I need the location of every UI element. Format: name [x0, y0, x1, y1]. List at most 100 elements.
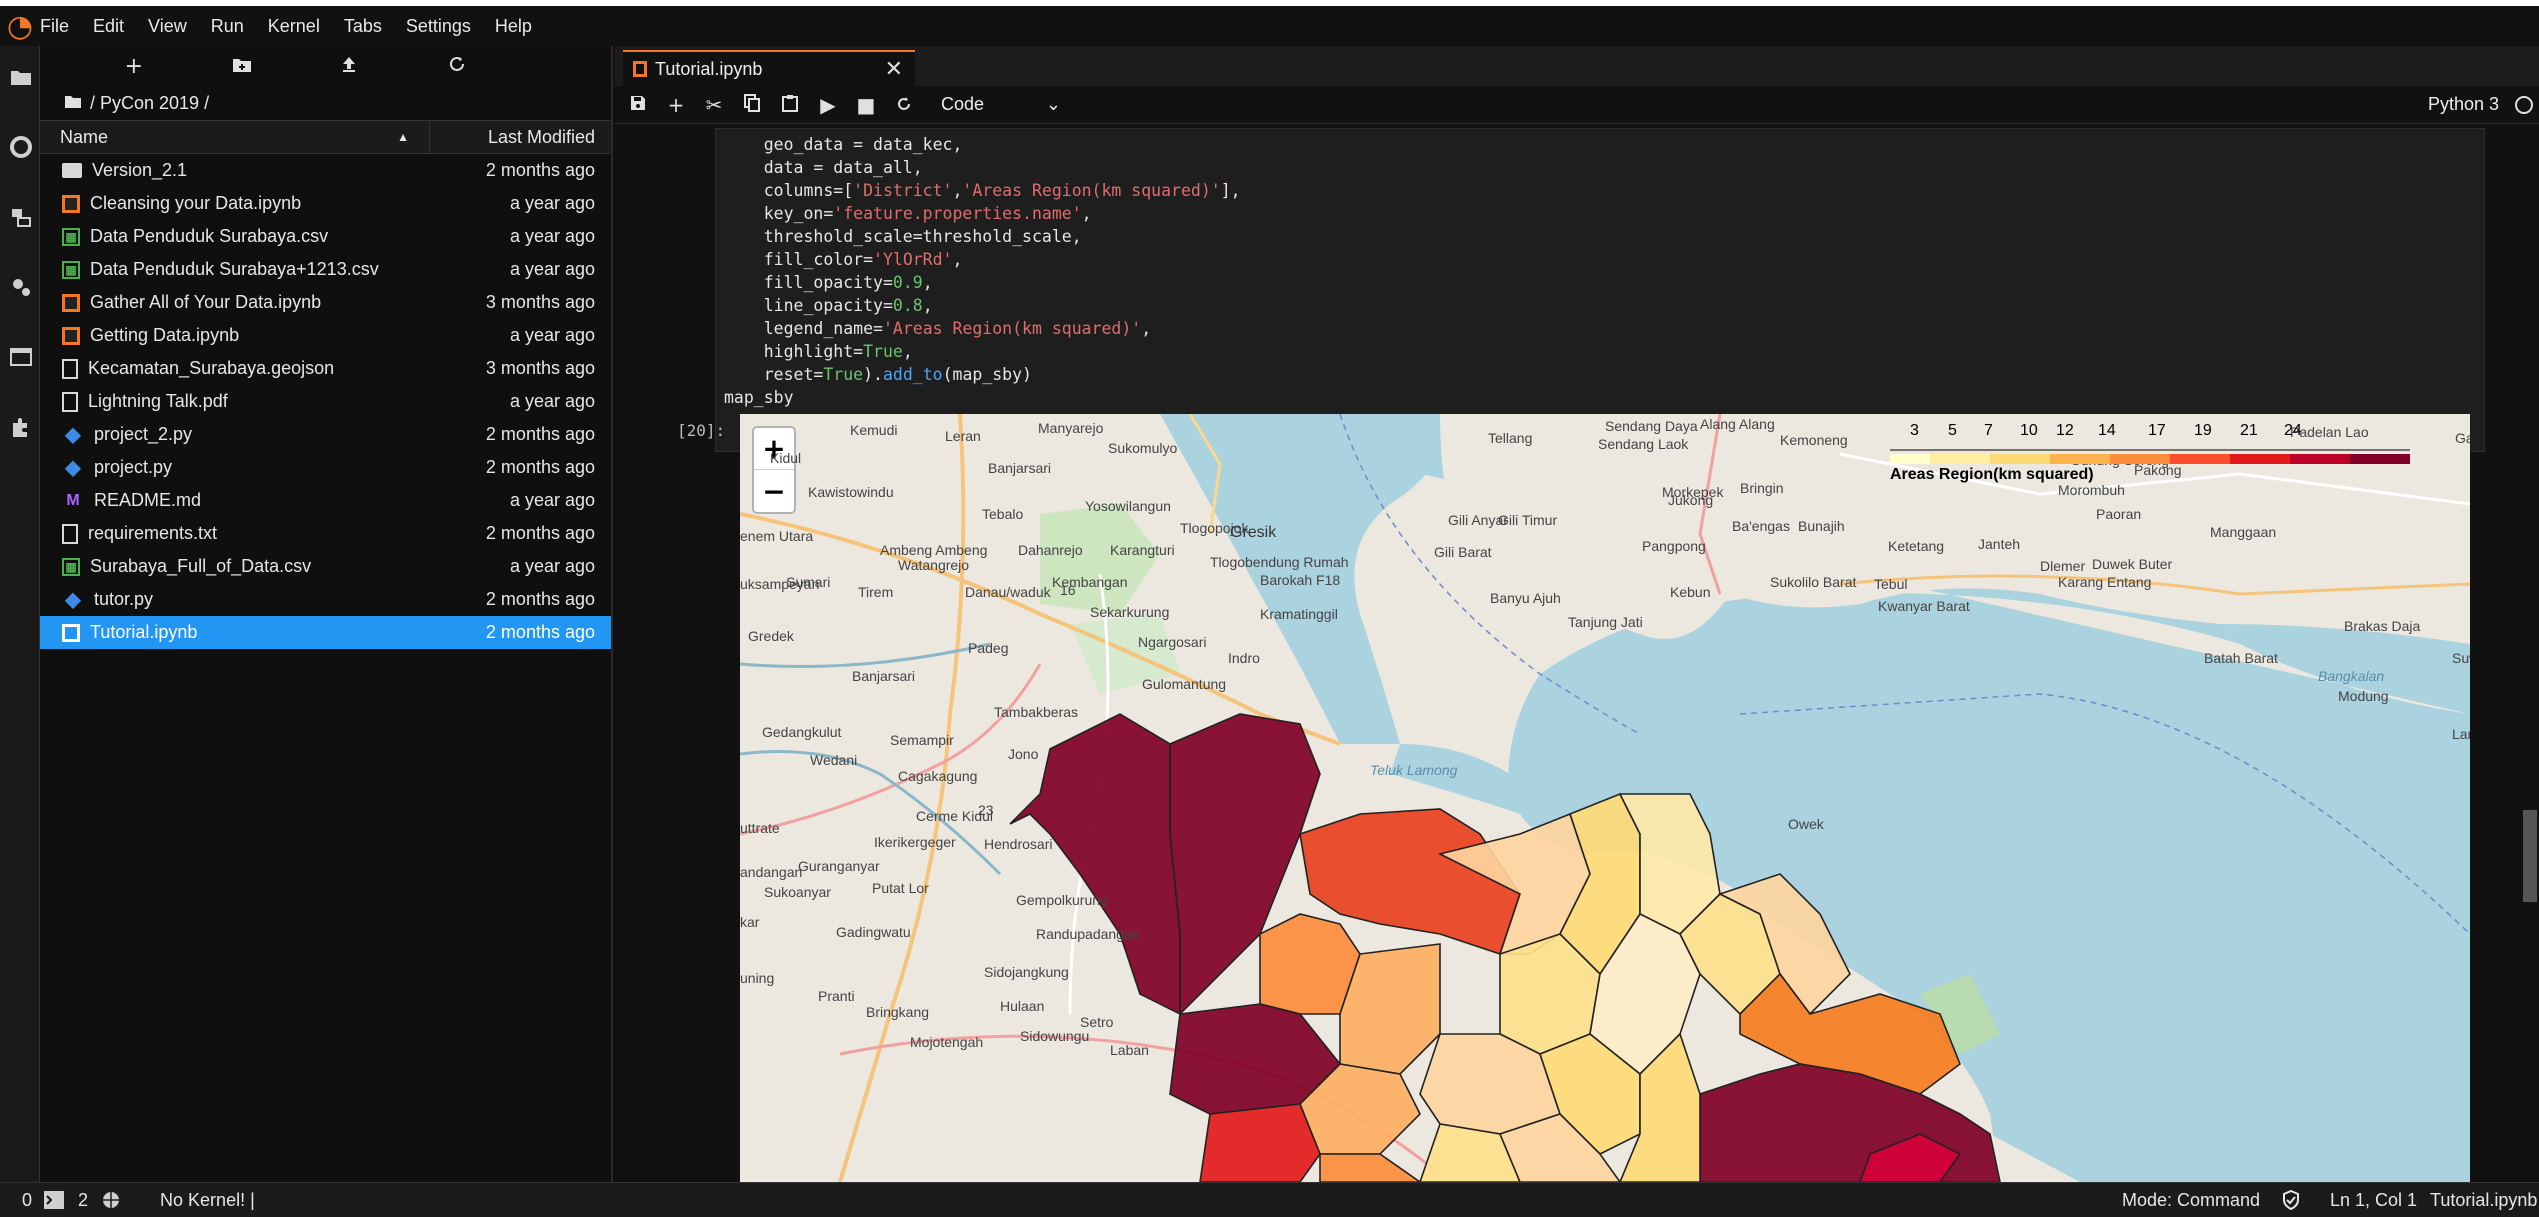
status-cursor-position[interactable]: Ln 1, Col 1 [2330, 1190, 2417, 1211]
run-icon[interactable]: ▶ [809, 93, 847, 117]
map-place-label: Padeg [968, 640, 1009, 656]
map-place-label: kar [740, 914, 760, 930]
insert-cell-icon[interactable]: + [657, 93, 695, 117]
file-row[interactable]: Cleansing your Data.ipynb a year ago [40, 187, 611, 220]
legend-tick: 7 [1984, 422, 1993, 439]
spreadsheet-icon: ▦ [62, 557, 80, 576]
file-row[interactable]: Gather All of Your Data.ipynb 3 months ag… [40, 286, 611, 319]
breadcrumb-folder-icon[interactable] [64, 93, 82, 114]
map-place-label: Kemudi [850, 422, 898, 438]
status-kernel-count[interactable]: 0 [22, 1190, 32, 1211]
map-place-label: Randupadangan [1036, 926, 1140, 942]
file-name: Surabaya_Full_of_Data.csv [90, 556, 312, 576]
menu-settings[interactable]: Settings [406, 16, 471, 37]
map-place-label: Banjarsari [988, 460, 1052, 476]
kernel-name[interactable]: Python 3 [2428, 94, 2499, 115]
tabs-icon[interactable] [8, 344, 34, 370]
status-bar: 0 2 No Kernel! | Mode: Command Ln 1, Col… [0, 1182, 2539, 1217]
map-place-label: uning [740, 970, 775, 986]
column-header-last-modified[interactable]: Last Modified [430, 127, 611, 148]
file-modified: 2 months ago [485, 457, 595, 477]
terminal-icon[interactable] [44, 1191, 65, 1209]
map-place-label: Janteh [1978, 536, 2021, 552]
tab-tutorial-notebook[interactable]: Tutorial.ipynb ✕ [623, 50, 915, 86]
cell-type-select[interactable]: Code ⌄ [941, 94, 1061, 115]
menu-help[interactable]: Help [495, 16, 532, 37]
file-row[interactable]: Tutorial.ipynb 2 months ago [40, 616, 611, 649]
file-row[interactable]: ◆ project_2.py 2 months ago [40, 418, 611, 451]
shield-icon[interactable] [2282, 1190, 2300, 1210]
commands-icon[interactable] [8, 204, 34, 230]
map-place-label: Suwa [2452, 650, 2470, 666]
menu-view[interactable]: View [148, 16, 187, 37]
breadcrumb-path[interactable]: / PyCon 2019 / [90, 93, 209, 114]
map-place-label: 16 [1060, 582, 1076, 598]
notebook-scrollbar[interactable] [2519, 124, 2539, 1182]
file-row[interactable]: Lightning Talk.pdf a year ago [40, 385, 611, 418]
extensions-icon[interactable] [8, 414, 34, 440]
map-place-label: Sukomulyo [1108, 440, 1178, 456]
copy-icon[interactable] [733, 93, 771, 117]
column-name-label: Name [60, 126, 109, 147]
map-place-label: Tebul [1874, 576, 1908, 592]
new-launcher-button[interactable]: + [114, 54, 154, 79]
folder-icon[interactable] [8, 64, 34, 90]
menu-edit[interactable]: Edit [93, 16, 124, 37]
file-row[interactable]: ▦ Data Penduduk Surabaya.csv a year ago [40, 220, 611, 253]
file-row[interactable]: Getting Data.ipynb a year ago [40, 319, 611, 352]
file-row[interactable]: ▦ Data Penduduk Surabaya+1213.csv a year a… [40, 253, 611, 286]
restart-icon[interactable] [885, 93, 923, 117]
file-name: Kecamatan_Surabaya.geojson [88, 358, 335, 378]
globe-icon[interactable] [102, 1191, 120, 1209]
map-place-label: Barokah F18 [1260, 572, 1341, 588]
zoom-out-button[interactable]: − [754, 470, 794, 512]
map-place-label: Putat Lor [872, 880, 929, 896]
file-name: Getting Data.ipynb [90, 325, 240, 345]
code-cell[interactable]: geo_data = data_kec, data = data_all, co… [715, 128, 2485, 452]
file-row[interactable]: Version_2.1 2 months ago [40, 154, 611, 187]
status-mode[interactable]: Mode: Command [2122, 1190, 2260, 1211]
status-kernel[interactable]: No Kernel! | [160, 1190, 255, 1211]
code-line-10: highlight=True, [724, 342, 913, 361]
running-icon[interactable] [8, 134, 34, 160]
legend-tick: 17 [2148, 422, 2166, 439]
file-modified: a year ago [509, 259, 595, 279]
map-place-label: Kramatinggil [1260, 606, 1338, 622]
choropleth-map[interactable]: + − Kemudi Leran Manyarejo Sukomulyo Banjars… [740, 414, 2470, 1182]
menu-tabs[interactable]: Tabs [344, 16, 382, 37]
map-place-label: Hulaan [1000, 998, 1045, 1014]
map-place-label: Sekarkurung [1090, 604, 1170, 620]
property-inspector-icon[interactable] [8, 274, 34, 300]
menu-file[interactable]: File [40, 16, 69, 37]
scrollbar-thumb[interactable] [2523, 810, 2537, 902]
stop-icon[interactable]: ■ [847, 93, 885, 117]
upload-button[interactable] [329, 54, 369, 79]
close-icon[interactable]: ✕ [885, 56, 903, 82]
file-name: requirements.txt [88, 523, 218, 543]
file-row[interactable]: ◆ project.py 2 months ago [40, 451, 611, 484]
cut-icon[interactable]: ✂ [695, 93, 733, 117]
file-modified: a year ago [509, 556, 595, 576]
file-modified: a year ago [509, 325, 595, 345]
file-modified: 2 months ago [485, 160, 595, 180]
save-icon[interactable] [619, 93, 657, 117]
file-row[interactable]: ▦ Surabaya_Full_of_Data.csv a year ago [40, 550, 611, 583]
file-row[interactable]: ◆ tutor.py 2 months ago [40, 583, 611, 616]
map-place-label: Gempolkurung [1016, 892, 1108, 908]
file-row[interactable]: Kecamatan_Surabaya.geojson 3 months ago [40, 352, 611, 385]
menu-kernel[interactable]: Kernel [268, 16, 320, 37]
status-terminal-count[interactable]: 2 [78, 1190, 88, 1211]
legend-tick: 24 [2284, 422, 2302, 439]
refresh-button[interactable] [437, 54, 477, 79]
paste-icon[interactable] [771, 93, 809, 117]
file-row[interactable]: requirements.txt 2 months ago [40, 517, 611, 550]
menu-run[interactable]: Run [211, 16, 244, 37]
left-activity-bar [0, 46, 40, 1182]
map-place-label: Sukolilo Barat [1770, 574, 1857, 590]
breadcrumb: / PyCon 2019 / [40, 86, 611, 120]
file-row[interactable]: M README.md a year ago [40, 484, 611, 517]
column-header-name[interactable]: Name ▲ [40, 121, 430, 153]
new-folder-button[interactable] [222, 54, 262, 79]
file-modified: 2 months ago [485, 622, 595, 642]
legend-tick: 3 [1910, 422, 1919, 439]
